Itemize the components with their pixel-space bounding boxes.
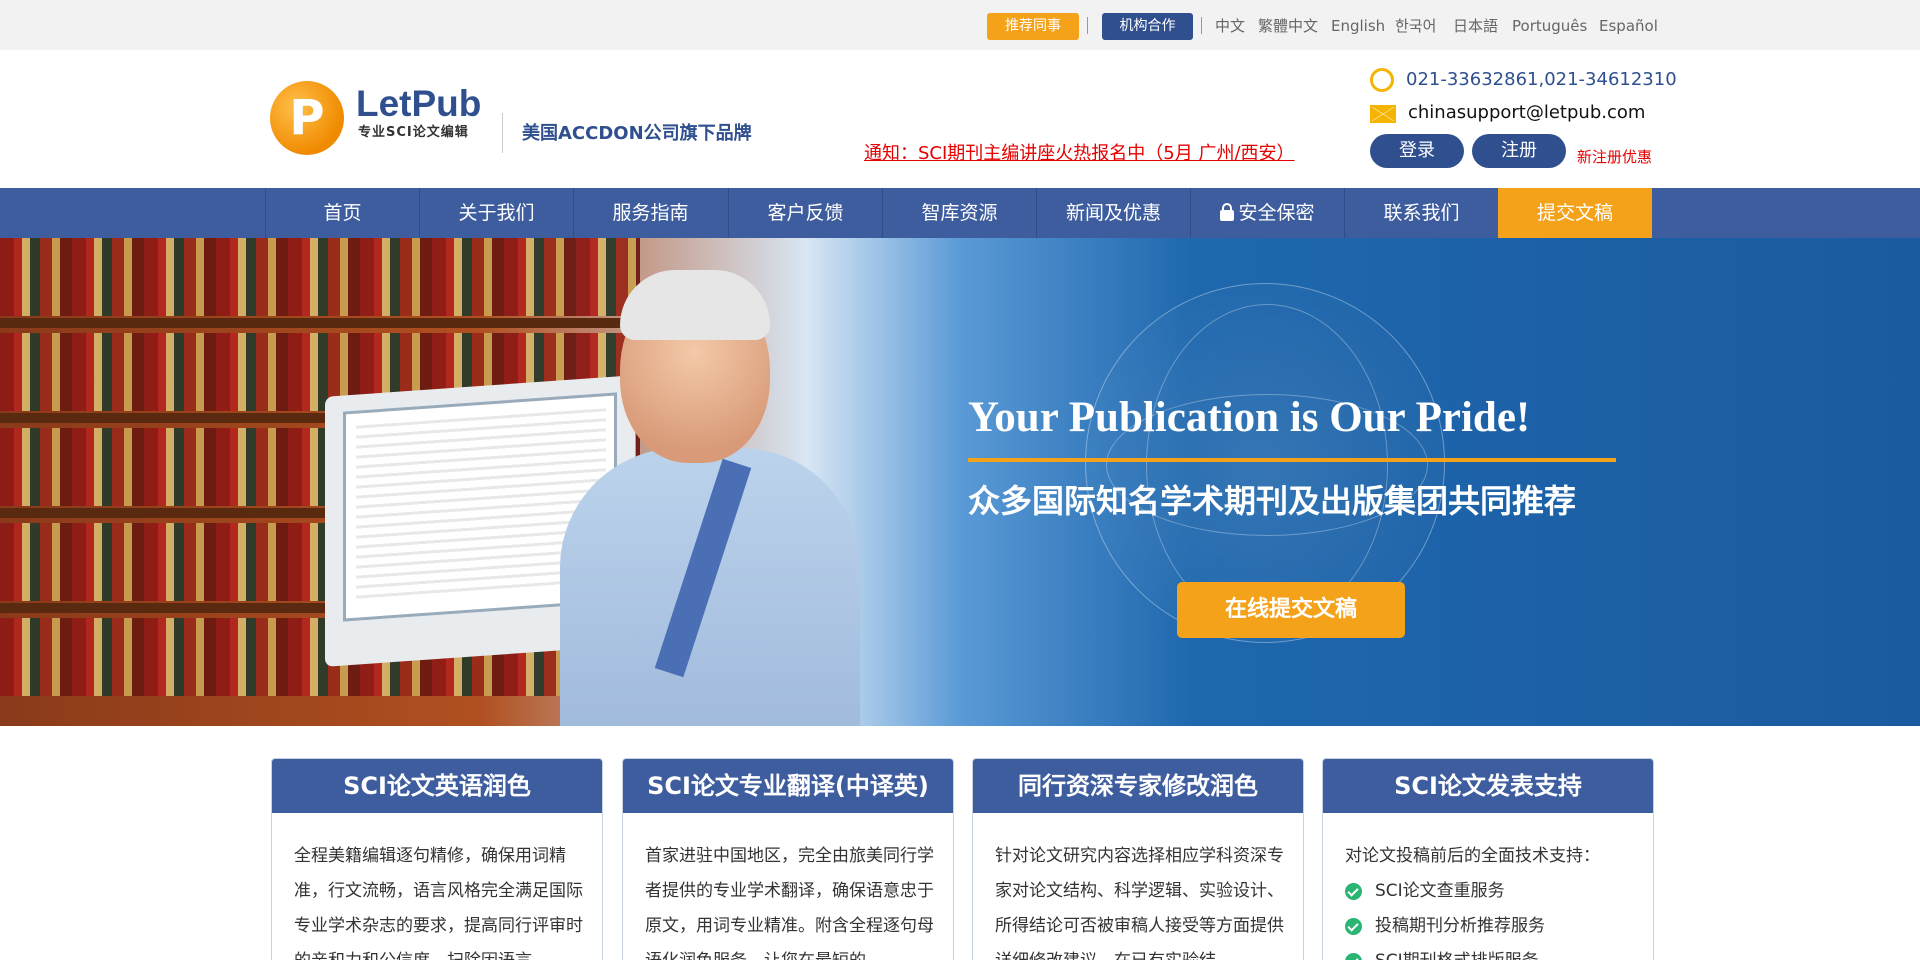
logo-subtitle: 专业SCI论文编辑 [358,125,469,140]
divider [1201,17,1202,34]
card-description: 针对论文研究内容选择相应学科资深专家对论文结构、科学逻辑、实验设计、所得结论可否… [995,846,1284,960]
card-title[interactable]: 同行资深专家修改润色 [973,759,1303,813]
register-button[interactable]: 注册 [1472,134,1566,168]
check-icon [1345,953,1362,960]
hero-headline: Your Publication is Our Pride! [968,394,1531,441]
nav-home[interactable]: 首页 [265,188,419,238]
list-item-label: SCI论文查重服务 [1375,881,1505,901]
email-address[interactable]: chinasupport@letpub.com [1408,101,1645,125]
list-item[interactable]: SCI论文查重服务 [1345,874,1635,909]
logo-letter: P [289,90,325,146]
person-hair [620,270,770,340]
nav-feedback[interactable]: 客户反馈 [728,188,882,238]
hero-banner: Your Publication is Our Pride! 众多国际知名学术期… [0,238,1920,726]
service-card-expert-revision[interactable]: 同行资深专家修改润色 针对论文研究内容选择相应学科资深专家对论文结构、科学逻辑、… [972,758,1304,960]
card-description: 全程美籍编辑逐句精修，确保用词精准，行文流畅，语言风格完全满足国际专业学术杂志的… [294,846,583,960]
hero-divider [968,458,1616,462]
lang-ja[interactable]: 日本語 [1453,16,1498,36]
check-icon [1345,883,1362,900]
logo-icon[interactable]: P [270,81,344,155]
logo-name[interactable]: LetPub [356,84,481,124]
register-promo-link[interactable]: 新注册优惠 [1577,147,1652,167]
bookshelf-image [0,238,640,316]
page: 推荐同事 机构合作 中文 繁體中文 English 한국어 日本語 Portug… [0,0,1920,960]
nav-contact[interactable]: 联系我们 [1344,188,1498,238]
lang-es[interactable]: Español [1599,16,1658,36]
main-nav: 首页 关于我们 服务指南 客户反馈 智库资源 新闻及优惠 安全保密 联系我们 提… [0,188,1920,238]
submit-online-button[interactable]: 在线提交文稿 [1177,582,1405,638]
nav-submit[interactable]: 提交文稿 [1498,188,1652,238]
check-icon [1345,918,1362,935]
lang-ko[interactable]: 한국어 [1395,16,1436,36]
nav-resources[interactable]: 智库资源 [882,188,1036,238]
card-title[interactable]: SCI论文专业翻译(中译英) [623,759,953,813]
lang-en[interactable]: English [1331,16,1385,36]
editor-photo [560,258,890,726]
nav-service-guide[interactable]: 服务指南 [573,188,727,238]
top-bar: 推荐同事 机构合作 中文 繁體中文 English 한국어 日本語 Portug… [0,0,1920,50]
login-button[interactable]: 登录 [1370,134,1464,168]
lock-icon [1220,203,1235,221]
divider [1087,17,1088,34]
nav-security-label: 安全保密 [1238,202,1315,224]
lang-pt[interactable]: Português [1512,16,1587,36]
nav-about[interactable]: 关于我们 [419,188,573,238]
brand-tagline: 美国ACCDON公司旗下品牌 [522,123,752,144]
divider [502,113,503,153]
list-item-label: SCI期刊格式排版服务 [1375,951,1539,960]
mail-icon [1370,105,1396,123]
service-card-polishing[interactable]: SCI论文英语润色 全程美籍编辑逐句精修，确保用词精准，行文流畅，语言风格完全满… [271,758,603,960]
notice-link[interactable]: 通知：SCI期刊主编讲座火热报名中（5月 广州/西安） [864,142,1295,166]
service-card-publication-support[interactable]: SCI论文发表支持 对论文投稿前后的全面技术支持： SCI论文查重服务 投稿期刊… [1322,758,1654,960]
institution-cooperation-button[interactable]: 机构合作 [1102,13,1193,40]
nav-news[interactable]: 新闻及优惠 [1036,188,1190,238]
list-item[interactable]: SCI期刊格式排版服务 [1345,944,1635,960]
lang-zh-tw[interactable]: 繁體中文 [1258,16,1318,36]
hero-subheadline: 众多国际知名学术期刊及出版集团共同推荐 [968,482,1577,520]
nav-security[interactable]: 安全保密 [1190,188,1344,238]
list-item[interactable]: 投稿期刊分析推荐服务 [1345,909,1635,944]
lang-zh-cn[interactable]: 中文 [1215,16,1245,36]
phone-icon [1370,68,1394,92]
card-title[interactable]: SCI论文英语润色 [272,759,602,813]
card-description: 首家进驻中国地区，完全由旅美同行学者提供的专业学术翻译，确保语意忠于原文，用词专… [645,846,934,960]
list-item-label: 投稿期刊分析推荐服务 [1375,916,1545,936]
card-description: 对论文投稿前后的全面技术支持： [1345,846,1600,866]
card-title[interactable]: SCI论文发表支持 [1323,759,1653,813]
recommend-colleague-button[interactable]: 推荐同事 [987,13,1079,40]
phone-number: 021-33632861,021-34612310 [1406,69,1677,90]
service-list: SCI论文查重服务 投稿期刊分析推荐服务 SCI期刊格式排版服务 [1345,874,1635,960]
service-card-translation[interactable]: SCI论文专业翻译(中译英) 首家进驻中国地区，完全由旅美同行学者提供的专业学术… [622,758,954,960]
